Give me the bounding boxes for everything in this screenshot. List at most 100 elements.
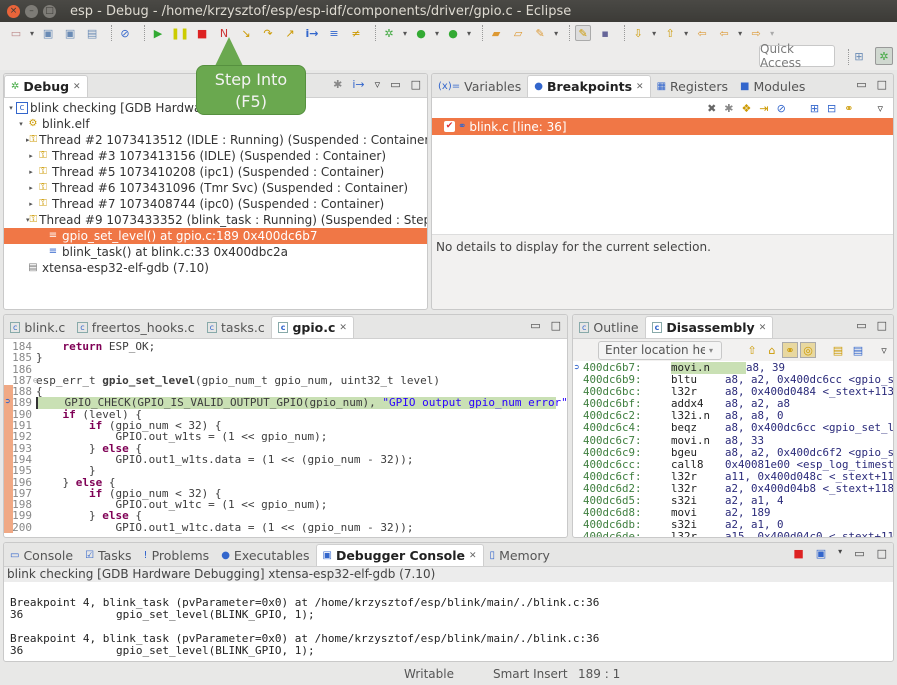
console-tab-debugger-console[interactable]: ▣ Debugger Console ✕ [315,544,484,566]
minimize-window-button[interactable]: – [25,4,38,18]
instruction-stepping-icon[interactable]: i→ [304,25,320,41]
maximize-icon[interactable]: □ [411,78,421,91]
open-task-icon[interactable]: ▱ [510,25,526,41]
remove-breakpoint-icon[interactable]: ✖ [707,102,716,115]
minimize-icon[interactable]: ▭ [856,78,866,91]
save-icon[interactable]: ▣ [40,25,56,41]
breakpoints-tab-breakpoints[interactable]: ● Breakpoints ✕ [527,75,651,97]
external-tools-icon[interactable]: ● [445,25,461,41]
disassembly-tab-disassembly[interactable]: c Disassembly ✕ [644,316,774,338]
tree-item[interactable]: ▸ ⚿ Thread #3 1073413156 (IDLE) (Suspended… [4,148,427,164]
forward-icon[interactable]: ⇨ [748,25,764,41]
search-icon[interactable]: ✎ [532,25,548,41]
open-perspective-icon[interactable]: ⊞ [850,47,868,65]
chevron-right-icon[interactable]: ▸ [26,164,36,180]
chevron-down-icon[interactable]: ▾ [6,100,16,116]
tree-item[interactable]: ≡ blink_task() at blink.c:33 0x400dbc2a [4,244,427,260]
chevron-right-icon[interactable]: ▸ [26,196,36,212]
editor-tab-tasks-c[interactable]: c tasks.c [201,316,271,338]
last-edit-location-icon[interactable]: ⇦ [694,25,710,41]
stack-frame-selected[interactable]: ≡ gpio_set_level() at gpio.c:189 0x400dc6… [4,228,427,244]
console-tab-memory[interactable]: ▯ Memory [484,544,556,566]
debug-dropdown[interactable]: ▾ [403,29,407,38]
breakpoints-tab-variables[interactable]: (x)= Variables [432,75,527,97]
skip-breakpoints-icon[interactable]: ⊘ [777,102,786,115]
go-to-file-icon[interactable]: ⇥ [759,102,768,115]
suspend-icon[interactable]: ❚❚ [171,25,189,41]
editor-tab-gpio-c[interactable]: c gpio.c ✕ [270,316,354,338]
run-icon[interactable]: ● [413,25,429,41]
maximize-icon[interactable]: □ [551,319,561,332]
terminate-icon[interactable]: ■ [194,25,210,41]
tree-item[interactable]: ▾ ⚙ blink.elf [4,116,427,132]
console-tab-problems[interactable]: ! Problems [138,544,216,566]
debug-perspective-icon[interactable]: ✲ [875,47,893,65]
resume-icon[interactable]: ▶ [150,25,166,41]
code-line[interactable]: ⊖ 187 esp_err_t gpio_set_level(gpio_num_t … [4,375,567,387]
use-step-filters-icon[interactable]: ≠ [348,25,364,41]
breakpoints-tab-registers[interactable]: ▦ Registers [651,75,734,97]
skip-breakpoints-icon[interactable]: ⊘ [117,25,133,41]
previous-annotation-dropdown[interactable]: ▾ [684,29,688,38]
terminate-icon[interactable]: ■ [793,547,803,560]
tree-item[interactable]: ▸ ⚿ Thread #2 1073413512 (IDLE : Running) … [4,132,427,148]
display-console-dropdown[interactable]: ▾ [838,547,842,560]
close-icon[interactable]: ✕ [759,323,767,333]
chevron-right-icon[interactable]: ▸ [26,180,36,196]
console-tab-console[interactable]: ▭ Console [4,544,79,566]
view-menu-icon[interactable]: ▿ [876,342,892,358]
editor-tab-freertos-hooks-c[interactable]: c freertos_hooks.c [71,316,200,338]
editor-tab-blink-c[interactable]: c blink.c [4,316,71,338]
instruction-stepping-icon[interactable]: i→ [352,78,364,91]
view-menu-icon[interactable]: ▿ [877,102,883,115]
disassembly-row[interactable]: 400dc6de: l32r a15, 0x400d04c0 <_stext+119… [573,531,893,537]
close-icon[interactable]: ✕ [339,323,347,333]
search-dropdown[interactable]: ▾ [554,29,558,38]
close-window-button[interactable]: × [7,4,20,18]
close-icon[interactable]: ✕ [636,82,644,92]
code-line[interactable]: 185} [4,352,567,364]
code-area[interactable]: 184 return ESP_OK; 185} 186 ⊖ 187 esp_err_t g… [4,339,567,533]
show-breakpoints-icon[interactable]: ❖ [742,102,752,115]
minimize-icon[interactable]: ▭ [854,547,864,560]
code-line[interactable]: 200 GPIO.out1_w1tc.data = (1 << (gpio_nu… [4,521,567,533]
run-dropdown[interactable]: ▾ [435,29,439,38]
remove-terminated-icon[interactable]: ✱ [333,78,342,91]
next-annotation-icon[interactable]: ⇩ [630,25,646,41]
link-with-debug-icon[interactable]: ⚭ [782,342,798,358]
maximize-icon[interactable]: □ [877,78,887,91]
tree-item[interactable]: ▾ ⚿ Thread #9 1073433352 (blink_task : Run… [4,212,427,228]
maximize-icon[interactable]: □ [877,319,887,332]
console-output[interactable]: Breakpoint 4, blink_task (pvParameter=0x… [4,582,893,657]
console-tab-executables[interactable]: ● Executables [215,544,315,566]
go-to-pc-icon[interactable]: ⇧ [744,342,760,358]
drop-to-frame-icon[interactable]: ≡ [326,25,342,41]
close-icon[interactable]: ✕ [469,551,477,561]
back-icon[interactable]: ⇦ [716,25,732,41]
new-dropdown[interactable]: ▾ [30,29,34,38]
chevron-right-icon[interactable]: ▸ [26,148,36,164]
tree-item[interactable]: ▸ ⚿ Thread #5 1073410208 (ipc1) (Suspended… [4,164,427,180]
close-icon[interactable]: ✕ [73,82,81,92]
maximize-window-button[interactable]: □ [43,4,56,18]
maximize-icon[interactable]: □ [877,547,887,560]
disassembly-tab-outline[interactable]: c Outline [573,316,645,338]
location-input[interactable]: Enter location here ▾ [598,340,722,360]
checkbox[interactable]: ✔ [444,121,455,132]
collapse-all-icon[interactable]: ⊟ [827,102,836,115]
external-tools-dropdown[interactable]: ▾ [467,29,471,38]
next-annotation-dropdown[interactable]: ▾ [652,29,656,38]
toggle-mark-occurrences-icon[interactable]: ✎ [575,25,592,41]
display-console-icon[interactable]: ▣ [816,547,826,560]
previous-annotation-icon[interactable]: ⇧ [662,25,678,41]
quick-access-input[interactable]: Quick Access [759,42,835,70]
home-icon[interactable]: ⌂ [764,342,780,358]
breakpoints-tab-modules[interactable]: ■ Modules [734,75,811,97]
toggle-block-selection-icon[interactable]: ▪ [597,25,613,41]
code-line[interactable]: 184 return ESP_OK; [4,341,567,353]
save-all-icon[interactable]: ▣ [62,25,78,41]
new-view-icon[interactable]: ▤ [830,342,846,358]
tree-item[interactable]: ▸ ⚿ Thread #7 1073408744 (ipc0) (Suspended… [4,196,427,212]
tree-item[interactable]: ▸ ⚿ Thread #6 1073431096 (Tmr Svc) (Suspen… [4,180,427,196]
back-dropdown[interactable]: ▾ [738,29,742,38]
